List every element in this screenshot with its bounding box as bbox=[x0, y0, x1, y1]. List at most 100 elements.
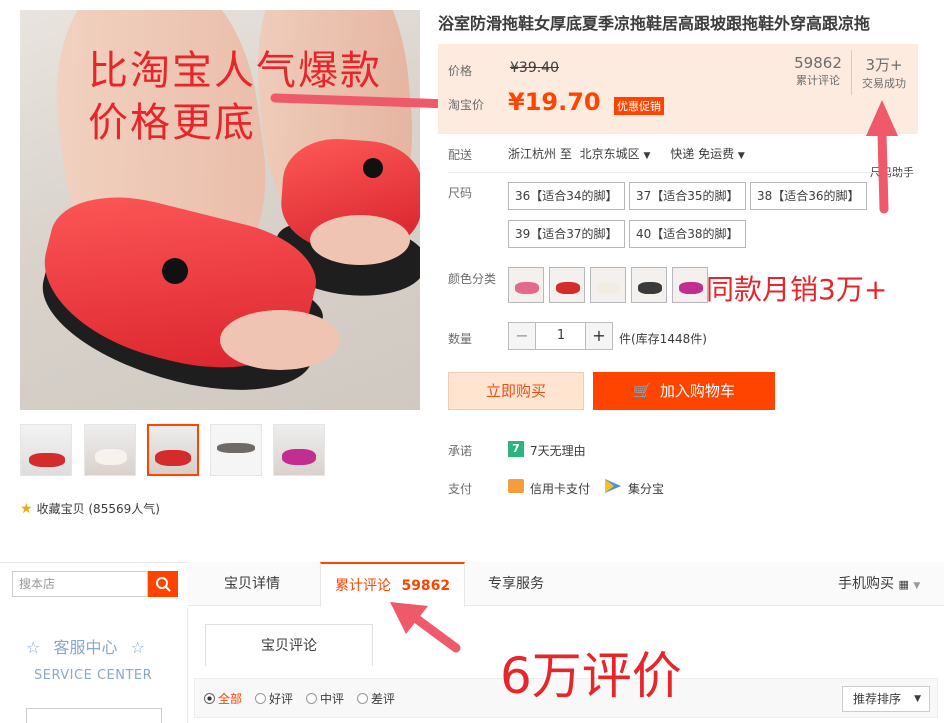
original-price: ¥39.40 bbox=[510, 60, 559, 76]
filter-negative[interactable]: 差评 bbox=[357, 690, 395, 707]
size-option-36[interactable]: 36【适合34的脚】 bbox=[508, 182, 625, 210]
thumbnail-2[interactable] bbox=[84, 424, 136, 476]
review-subtab[interactable]: 宝贝评论 bbox=[205, 624, 373, 666]
quantity-label: 数量 bbox=[448, 332, 473, 346]
review-count: 59862 bbox=[794, 54, 842, 72]
ship-to-select[interactable]: 北京东城区 ▼ bbox=[580, 147, 651, 161]
sale-price: ¥19.70 bbox=[508, 88, 601, 116]
thumbnail-1[interactable] bbox=[20, 424, 72, 476]
cart-icon: 🛒 bbox=[633, 382, 652, 400]
review-stat[interactable]: 59862 累计评论 bbox=[788, 54, 848, 88]
size-option-37[interactable]: 37【适合35的脚】 bbox=[629, 182, 746, 210]
taobao-price-label: 淘宝价 bbox=[448, 98, 485, 112]
quantity-decrease-button[interactable]: − bbox=[508, 322, 536, 350]
star-outline-icon: ☆ bbox=[26, 638, 41, 657]
ship-method-text: 快递 免运费 bbox=[670, 147, 735, 161]
tab-reviews-label: 累计评论 bbox=[335, 578, 391, 594]
service-center-en: SERVICE CENTER bbox=[34, 668, 153, 683]
mobile-buy-label: 手机购买 bbox=[838, 576, 894, 592]
promise-text[interactable]: 7天无理由 bbox=[530, 442, 586, 459]
size-label: 尺码 bbox=[448, 186, 473, 200]
star-icon: ★ bbox=[20, 501, 33, 517]
section-divider bbox=[448, 172, 918, 173]
caret-down-icon: ▼ bbox=[737, 151, 745, 161]
ship-method-select[interactable]: 快递 免运费 ▼ bbox=[670, 147, 745, 161]
thumbnail-5[interactable] bbox=[273, 424, 325, 476]
sales-count: 3万+ bbox=[865, 56, 903, 74]
credit-card-text[interactable]: 信用卡支付 bbox=[530, 480, 590, 497]
credit-card-icon bbox=[508, 479, 524, 493]
color-swatch-1[interactable] bbox=[508, 267, 544, 303]
thumbnail-strip bbox=[20, 424, 330, 480]
favorite-link[interactable]: ★ 收藏宝贝 (85569人气) bbox=[20, 500, 160, 517]
color-label: 颜色分类 bbox=[448, 272, 497, 286]
caret-down-icon: ▼ bbox=[913, 581, 921, 591]
tab-details[interactable]: 宝贝详情 bbox=[210, 562, 294, 606]
add-to-cart-label: 加入购物车 bbox=[659, 382, 735, 400]
flower-ornament-left bbox=[162, 258, 188, 284]
qr-code-icon: ▦ bbox=[898, 578, 909, 591]
filter-all-label: 全部 bbox=[218, 692, 243, 706]
size-option-38[interactable]: 38【适合36的脚】 bbox=[750, 182, 867, 210]
service-center-title-row: ☆ 客服中心 ☆ bbox=[26, 634, 145, 658]
mobile-buy-link[interactable]: 手机购买 ▦ ▼ bbox=[824, 562, 934, 606]
buy-now-button[interactable]: 立即购买 bbox=[448, 372, 584, 410]
size-option-40[interactable]: 40【适合38的脚】 bbox=[629, 220, 746, 248]
stat-divider bbox=[851, 50, 852, 95]
sort-select[interactable]: 推荐排序 ▼ bbox=[842, 686, 930, 712]
color-swatch-4[interactable] bbox=[631, 267, 667, 303]
shop-search-button[interactable] bbox=[148, 571, 178, 597]
service-center-title: 客服中心 bbox=[53, 638, 118, 657]
thumbnail-4[interactable] bbox=[210, 424, 262, 476]
caret-down-icon: ▼ bbox=[914, 694, 921, 704]
ship-to-text: 北京东城区 bbox=[579, 147, 640, 161]
payment-label: 支付 bbox=[448, 482, 473, 496]
caret-down-icon: ▼ bbox=[643, 151, 651, 161]
shop-search-input[interactable]: 搜本店 bbox=[12, 571, 148, 597]
seven-day-return-icon: 7 bbox=[508, 441, 524, 457]
annotation-arrow-reviews bbox=[390, 602, 461, 653]
quantity-increase-button[interactable]: + bbox=[585, 322, 613, 350]
favorite-text: 收藏宝贝 (85569人气) bbox=[36, 502, 160, 516]
gap bbox=[0, 540, 944, 562]
thumbnail-3[interactable] bbox=[147, 424, 199, 476]
detail-tabbar: 宝贝详情 累计评论 59862 专享服务 手机购买 ▦ ▼ bbox=[188, 562, 944, 607]
shipping-info: 浙江杭州 至 北京东城区 ▼ 快递 免运费 ▼ bbox=[508, 145, 745, 162]
promo-badge[interactable]: 优惠促销 bbox=[614, 97, 664, 115]
filter-neutral[interactable]: 中评 bbox=[306, 690, 344, 707]
quantity-input[interactable]: 1 bbox=[536, 322, 586, 350]
stock-text: 件(库存1448件) bbox=[619, 332, 707, 346]
review-label: 累计评论 bbox=[796, 74, 840, 87]
jifenbao-icon bbox=[605, 479, 621, 493]
flower-ornament-right bbox=[363, 158, 383, 178]
annotation-review-count: 6万评价 bbox=[500, 647, 682, 705]
service-center-panel: ☆ 客服中心 ☆ SERVICE CENTER bbox=[0, 608, 188, 723]
shipping-label: 配送 bbox=[448, 148, 473, 162]
toes-left bbox=[220, 310, 340, 370]
tab-reviews-count: 59862 bbox=[401, 578, 451, 594]
filter-positive[interactable]: 好评 bbox=[255, 690, 293, 707]
color-swatch-5[interactable] bbox=[672, 267, 708, 303]
product-title: 浴室防滑拖鞋女厚底夏季凉拖鞋居高跟坡跟拖鞋外穿高跟凉拖 bbox=[438, 14, 871, 33]
promise-label: 承诺 bbox=[448, 444, 473, 458]
filter-positive-label: 好评 bbox=[269, 692, 294, 706]
annotation-monthly-sales: 同款月销3万+ bbox=[706, 273, 888, 306]
star-outline-icon: ☆ bbox=[130, 638, 145, 657]
color-swatch-2[interactable] bbox=[549, 267, 585, 303]
price-label: 价格 bbox=[448, 64, 473, 78]
filter-neutral-label: 中评 bbox=[320, 692, 345, 706]
sales-stat: 3万+ 交易成功 bbox=[856, 54, 912, 91]
main-product-image[interactable]: 比淘宝人气爆款 价格更底 bbox=[20, 10, 420, 410]
add-to-cart-button[interactable]: 🛒 加入购物车 bbox=[593, 372, 775, 410]
color-swatch-3[interactable] bbox=[590, 267, 626, 303]
filter-negative-label: 差评 bbox=[371, 692, 396, 706]
tab-services[interactable]: 专享服务 bbox=[474, 562, 558, 606]
filter-all[interactable]: 全部 bbox=[204, 690, 242, 707]
search-icon bbox=[156, 577, 171, 592]
ship-from: 浙江杭州 至 bbox=[508, 147, 572, 161]
annotation-arrow-sales bbox=[866, 100, 898, 214]
sales-label: 交易成功 bbox=[862, 77, 906, 90]
size-option-39[interactable]: 39【适合37的脚】 bbox=[508, 220, 625, 248]
jifenbao-text[interactable]: 集分宝 bbox=[628, 480, 664, 497]
sort-label: 推荐排序 bbox=[853, 692, 902, 706]
